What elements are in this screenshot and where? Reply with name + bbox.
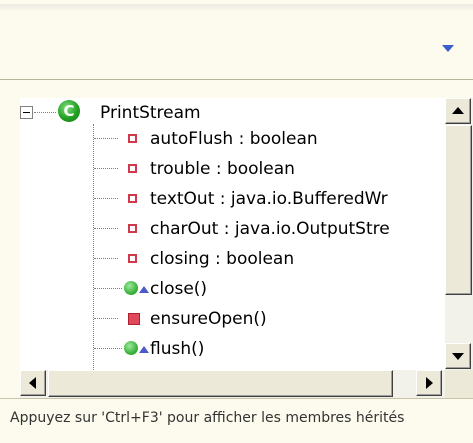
- vertical-scroll-thumb[interactable]: [445, 125, 472, 295]
- private-field-icon: [128, 194, 137, 203]
- scroll-down-button[interactable]: [445, 343, 471, 369]
- arrow-left-icon: [29, 377, 36, 389]
- override-icon: [139, 286, 149, 293]
- scrollbar-corner: [445, 370, 473, 398]
- tree-item[interactable]: autoFlush : boolean: [20, 124, 445, 154]
- arrow-up-icon: [452, 107, 464, 114]
- scroll-right-button[interactable]: [416, 370, 442, 396]
- tree-item[interactable]: trouble : boolean: [20, 154, 445, 184]
- tree-connector: [94, 288, 122, 289]
- collapse-icon[interactable]: [20, 106, 33, 119]
- private-field-icon: [128, 164, 137, 173]
- tree-item-label: close(): [150, 279, 208, 299]
- view-menu-icon[interactable]: [440, 42, 456, 54]
- vertical-scrollbar[interactable]: [445, 98, 473, 370]
- arrow-down-icon: [452, 353, 464, 360]
- status-divider: [0, 398, 473, 399]
- private-field-icon: [128, 134, 137, 143]
- arrow-right-icon: [426, 377, 433, 389]
- tree-item-label: PrintStream: [100, 103, 201, 123]
- private-field-icon: [128, 254, 137, 263]
- horizontal-scrollbar[interactable]: [20, 370, 445, 398]
- private-method-icon: [128, 313, 140, 325]
- horizontal-scroll-thumb[interactable]: [48, 370, 393, 397]
- tree-item[interactable]: closing : boolean: [20, 244, 445, 274]
- tree-item-label: closing : boolean: [150, 249, 295, 269]
- tree-item[interactable]: textOut : java.io.BufferedWr: [20, 184, 445, 214]
- private-field-icon: [128, 224, 137, 233]
- tree-connector: [94, 318, 118, 319]
- tree-item-label: charOut : java.io.OutputStre: [150, 219, 390, 239]
- tree-connector: [94, 228, 118, 229]
- status-hint: Appuyez sur 'Ctrl+F3' pour afficher les …: [10, 410, 405, 426]
- tree-connector: [94, 198, 118, 199]
- outline-tree[interactable]: C PrintStream autoFlush : boolean troubl…: [20, 98, 473, 398]
- quick-outline-popup: C PrintStream autoFlush : boolean troubl…: [0, 0, 473, 443]
- tree-item-label: trouble : boolean: [150, 159, 295, 179]
- public-method-icon: [124, 281, 138, 295]
- tree-connector: [94, 138, 118, 139]
- tree-connector: [94, 348, 122, 349]
- tree-item-label: flush(): [150, 339, 205, 359]
- tree-item[interactable]: ensureOpen(): [20, 304, 445, 334]
- tree-item[interactable]: charOut : java.io.OutputStre: [20, 214, 445, 244]
- filter-area: [0, 0, 473, 80]
- override-icon: [139, 346, 149, 353]
- tree-rows: C PrintStream autoFlush : boolean troubl…: [20, 98, 445, 370]
- tree-item-label: autoFlush : boolean: [150, 129, 318, 149]
- public-method-icon: [124, 341, 138, 355]
- tree-item[interactable]: flush(): [20, 334, 445, 364]
- class-icon: C: [58, 100, 80, 122]
- scroll-left-button[interactable]: [20, 370, 46, 396]
- scroll-up-button[interactable]: [445, 98, 471, 124]
- tree-item-label: textOut : java.io.BufferedWr: [150, 189, 388, 209]
- top-border: [0, 4, 473, 10]
- tree-connector: [94, 168, 118, 169]
- tree-item-label: ensureOpen(): [150, 309, 267, 329]
- tree-connector: [94, 258, 118, 259]
- tree-connector: [34, 112, 56, 113]
- tree-item[interactable]: close(): [20, 274, 445, 304]
